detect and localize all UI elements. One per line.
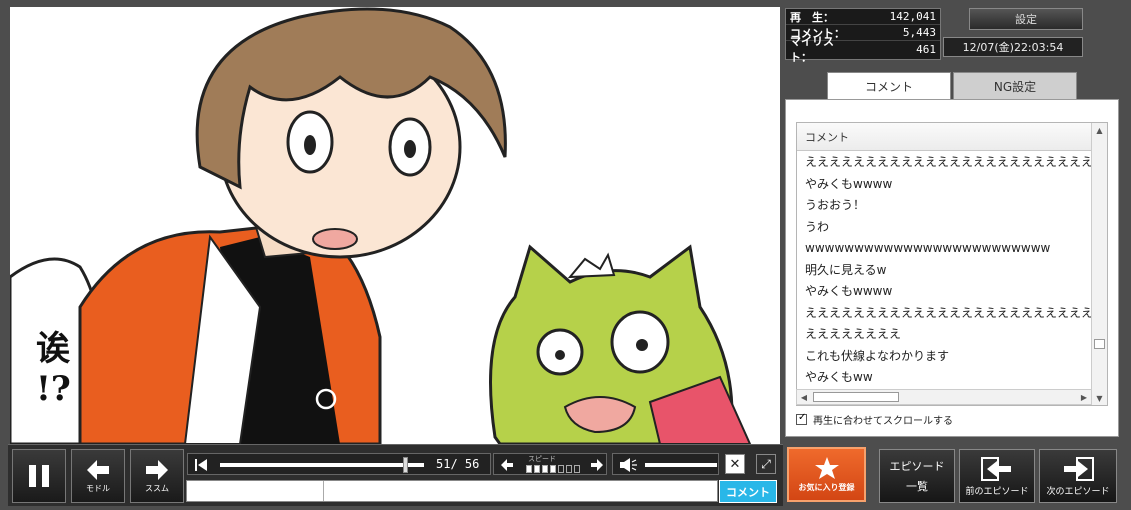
episode-list-button[interactable]: エピソード 一覧 xyxy=(879,449,955,503)
comment-row[interactable]: やみくもwwww xyxy=(797,280,1107,302)
episode-list-line1: エピソード xyxy=(889,460,945,473)
back-label: モドル xyxy=(86,483,110,493)
speaker-icon[interactable] xyxy=(619,457,639,473)
volume-control[interactable] xyxy=(612,453,719,475)
speed-bar-segment xyxy=(534,465,540,473)
arrow-left-icon xyxy=(87,459,109,480)
autoscroll-label: 再生に合わせてスクロールする xyxy=(813,416,953,427)
mylist-label: マイリスト： xyxy=(790,35,834,64)
horizontal-scrollbar-thumb[interactable] xyxy=(813,392,899,402)
seek-bar[interactable]: 51/ 56 xyxy=(187,453,491,475)
pause-icon xyxy=(29,465,49,487)
pause-button[interactable] xyxy=(12,449,66,503)
scroll-down-arrow-icon[interactable]: ▼ xyxy=(1092,391,1107,405)
viewer-window: 诶 !? 再 生： 142,041 コメント： 5,443 マイリスト： 461… xyxy=(0,0,1131,510)
favorite-label: お気に入り登録 xyxy=(798,483,855,492)
next-episode-label: 次のエピソード xyxy=(1046,486,1110,497)
comment-row[interactable]: ええええええええ xyxy=(797,323,1107,345)
scrollbar-thumb[interactable] xyxy=(1094,339,1105,349)
comment-row[interactable]: うわ xyxy=(797,216,1107,238)
comment-row[interactable]: うおおう！ xyxy=(797,194,1107,216)
settings-button[interactable]: 設定 xyxy=(969,8,1083,30)
comment-row[interactable]: ええええええええええええええええええええええええ xyxy=(797,302,1107,324)
control-bar: モドル ススム 51/ 56 スピード ✕ ⤢ コメント xyxy=(8,444,783,506)
horizontal-scrollbar[interactable]: ◀ ▶ xyxy=(796,389,1092,405)
speed-bar-segment xyxy=(558,465,564,473)
tab-ng-settings[interactable]: NG設定 xyxy=(953,72,1077,100)
speed-bar-segment xyxy=(526,465,532,473)
views-label: 再 生： xyxy=(790,10,834,24)
next-episode-button[interactable]: 次のエピソード xyxy=(1039,449,1117,503)
speed-control[interactable]: スピード xyxy=(493,453,607,475)
speed-up-icon[interactable] xyxy=(590,458,604,472)
speed-bar-segment xyxy=(550,465,556,473)
comment-panel: コメント えええええええええええええええええええええええええ やみくもwwww うお… xyxy=(785,99,1119,437)
speech-bubble-text: 诶 !? xyxy=(36,329,71,409)
comment-submit-button[interactable]: コメント xyxy=(719,480,777,503)
comment-row[interactable]: やみくもwwww xyxy=(797,173,1107,195)
tab-comment[interactable]: コメント xyxy=(827,72,951,100)
stats-panel: 再 生： 142,041 コメント： 5,443 マイリスト： 461 xyxy=(785,8,941,64)
video-frame[interactable]: 诶 !? xyxy=(10,7,780,444)
comment-list[interactable]: コメント えええええええええええええええええええええええええ やみくもwwww うお… xyxy=(796,122,1108,406)
speech-line-1: 诶 xyxy=(36,329,70,369)
views-row: 再 生： 142,041 xyxy=(786,9,940,25)
page-counter: 51/ 56 xyxy=(436,457,480,471)
next-episode-icon xyxy=(1064,456,1094,481)
comment-row[interactable]: これも伏線よなわかります xyxy=(797,345,1107,367)
comment-row[interactable]: 明久に見えるw xyxy=(797,259,1107,281)
star-icon xyxy=(814,457,839,479)
previous-episode-button[interactable]: 前のエピソード xyxy=(959,449,1035,503)
seek-thumb[interactable] xyxy=(402,457,408,473)
fullscreen-icon[interactable]: ⤢ xyxy=(756,454,776,474)
comments-count: 5,443 xyxy=(902,26,936,39)
input-divider xyxy=(323,481,324,501)
arrow-right-icon xyxy=(146,459,168,480)
comment-row[interactable]: やみくもww xyxy=(797,366,1107,388)
speed-down-icon[interactable] xyxy=(500,458,514,472)
close-comments-icon[interactable]: ✕ xyxy=(725,454,745,474)
add-favorite-button[interactable]: お気に入り登録 xyxy=(787,447,866,502)
autoscroll-checkbox[interactable]: 再生に合わせてスクロールする xyxy=(796,412,953,427)
forward-button[interactable]: ススム xyxy=(130,449,184,503)
forward-label: ススム xyxy=(145,483,169,493)
comment-column-header[interactable]: コメント xyxy=(797,123,1107,151)
datetime-display: 12/07(金)22:03:54 xyxy=(943,37,1083,57)
vertical-scrollbar[interactable]: ▲ ▼ xyxy=(1091,123,1107,405)
volume-slider[interactable] xyxy=(645,463,717,467)
speed-bar-segment xyxy=(574,465,580,473)
back-button[interactable]: モドル xyxy=(71,449,125,503)
views-count: 142,041 xyxy=(889,10,936,23)
speed-bar-segment xyxy=(542,465,548,473)
comment-input[interactable] xyxy=(186,480,718,502)
prev-episode-icon xyxy=(981,456,1011,481)
seek-track[interactable] xyxy=(220,463,424,467)
comment-items: えええええええええええええええええええええええええ やみくもwwww うおおう！ うわ… xyxy=(797,151,1107,388)
speed-bar-segment xyxy=(566,465,572,473)
mylist-row: マイリスト： 461 xyxy=(786,35,940,64)
episode-list-line2: 一覧 xyxy=(906,480,928,493)
checkbox-icon[interactable] xyxy=(796,412,807,425)
comment-row[interactable]: えええええええええええええええええええええええええ xyxy=(797,151,1107,173)
comment-row[interactable]: wwwwwwwwwwwwwwwwwwwwwwwww xyxy=(797,237,1107,259)
mylist-count: 461 xyxy=(916,42,936,56)
skip-to-start-icon[interactable] xyxy=(194,458,210,472)
scroll-right-arrow-icon[interactable]: ▶ xyxy=(1077,390,1091,404)
scroll-up-arrow-icon[interactable]: ▲ xyxy=(1092,123,1107,137)
previous-episode-label: 前のエピソード xyxy=(965,486,1029,497)
manga-panel-image xyxy=(10,7,780,444)
scroll-left-arrow-icon[interactable]: ◀ xyxy=(797,390,811,404)
speech-line-2: !? xyxy=(36,369,71,409)
speed-label: スピード xyxy=(528,455,556,463)
